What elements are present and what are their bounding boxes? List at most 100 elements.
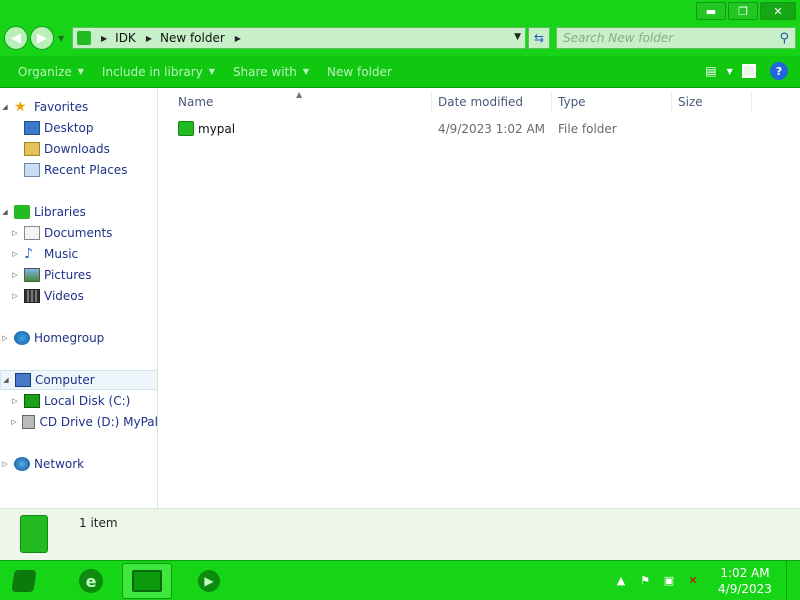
nav-videos[interactable]: ▷ Videos <box>0 286 157 306</box>
collapsed-arrow-icon[interactable]: ▷ <box>10 271 20 279</box>
expand-arrow-icon[interactable]: ◢ <box>0 208 10 216</box>
film-strip-icon <box>24 289 40 303</box>
collapsed-arrow-icon[interactable]: ▷ <box>10 229 20 237</box>
column-name-label: Name <box>178 95 214 109</box>
restore-button[interactable]: ❐ <box>728 2 758 20</box>
nav-cd-drive[interactable]: ▷ CD Drive (D:) MyPal <box>0 412 158 432</box>
preview-pane-button[interactable] <box>742 64 756 78</box>
collapsed-arrow-icon[interactable]: ▷ <box>0 334 10 342</box>
nav-network-label: Network <box>34 457 85 471</box>
nav-desktop[interactable]: Desktop <box>0 118 157 138</box>
column-header-date-modified[interactable]: Date modified <box>432 92 552 112</box>
nav-recent-places-label: Recent Places <box>44 163 128 177</box>
taskbar-media-player[interactable]: ▶ <box>184 563 234 599</box>
file-name: mypal <box>198 122 236 136</box>
clock[interactable]: 1:02 AM 4/9/2023 <box>714 565 776 597</box>
view-icon: ▤ <box>705 64 717 78</box>
search-icon[interactable]: ⚲ <box>779 31 789 46</box>
share-with-button[interactable]: Share with ▼ <box>233 65 309 79</box>
file-list: Name ▲ Date modified Type Size mypal 4/9… <box>160 88 800 508</box>
address-dropdown-icon[interactable]: ▼ <box>514 32 521 42</box>
star-icon: ★ <box>14 99 27 115</box>
volume-muted-icon[interactable]: ✕ <box>686 573 700 587</box>
nav-local-disk[interactable]: ▷ Local Disk (C:) <box>0 391 157 411</box>
start-button[interactable] <box>8 565 40 597</box>
show-hidden-icons-button[interactable]: ▲ <box>614 573 628 587</box>
nav-local-disk-label: Local Disk (C:) <box>44 394 131 408</box>
search-input[interactable] <box>563 31 763 45</box>
item-count: 1 item <box>79 516 118 530</box>
nav-recent-places[interactable]: Recent Places <box>0 160 157 180</box>
include-in-library-label: Include in library <box>101 64 203 79</box>
nav-cd-drive-label: CD Drive (D:) MyPal <box>39 415 158 429</box>
expand-arrow-icon[interactable]: ◢ <box>1 376 11 384</box>
navigation-pane: ◢ ★ Favorites Desktop Downloads Recent P… <box>0 88 158 508</box>
address-bar[interactable]: ▶ IDK ▶ New folder ▶ ▼ <box>72 27 526 49</box>
documents-icon <box>24 226 40 240</box>
recent-pages-dropdown[interactable]: ▼ <box>58 34 64 43</box>
collapsed-arrow-icon[interactable]: ▷ <box>10 250 20 258</box>
chevron-right-icon[interactable]: ▶ <box>146 34 152 43</box>
refresh-button[interactable]: ⇆ <box>528 27 550 49</box>
organize-button[interactable]: Organize ▼ <box>18 65 84 79</box>
show-desktop-button[interactable] <box>786 561 800 600</box>
close-button[interactable]: ✕ <box>760 2 796 20</box>
nav-favorites[interactable]: ◢ ★ Favorites <box>0 97 157 117</box>
nav-documents[interactable]: ▷ Documents <box>0 223 157 243</box>
hard-disk-icon <box>24 394 40 408</box>
details-pane: 1 item <box>0 508 800 560</box>
collapsed-arrow-icon[interactable]: ▷ <box>10 418 18 426</box>
expand-arrow-icon[interactable]: ◢ <box>0 103 10 111</box>
nav-network[interactable]: ▷ Network <box>0 454 157 474</box>
taskbar-internet-explorer[interactable]: e <box>66 563 116 599</box>
action-center-flag-icon[interactable]: ⚑ <box>638 573 652 587</box>
windows-logo-icon <box>11 570 37 592</box>
nav-computer[interactable]: ◢ Computer <box>0 370 157 390</box>
homegroup-icon <box>14 331 30 345</box>
breadcrumb-new-folder[interactable]: New folder <box>160 31 225 45</box>
network-status-icon[interactable]: ▣ <box>662 573 676 587</box>
navigation-buttons: ◀ ▶ ▼ <box>4 26 64 50</box>
downloads-icon <box>24 142 40 156</box>
breadcrumb-idk[interactable]: IDK <box>115 31 136 45</box>
forward-arrow-icon: ▶ <box>37 30 47 46</box>
column-header-name[interactable]: Name ▲ <box>160 90 432 112</box>
nav-homegroup-label: Homegroup <box>34 331 105 345</box>
nav-desktop-label: Desktop <box>44 121 94 135</box>
help-button[interactable]: ? <box>770 62 788 80</box>
taskbar-windows-explorer[interactable] <box>122 563 172 599</box>
chevron-right-icon[interactable]: ▶ <box>235 34 241 43</box>
folder-icon <box>77 31 91 45</box>
forward-button[interactable]: ▶ <box>30 26 54 50</box>
taskbar: e ▶ ▲ ⚑ ▣ ✕ 1:02 AM 4/9/2023 <box>0 560 800 600</box>
nav-homegroup[interactable]: ▷ Homegroup <box>0 328 157 348</box>
search-box[interactable]: ⚲ <box>556 27 796 49</box>
title-bar: ▬ ❐ ✕ ◀ ▶ ▼ ▶ IDK ▶ New folder ▶ ▼ ⇆ ⚲ <box>0 0 800 56</box>
view-options-button[interactable]: ▤ ▼ <box>705 62 733 80</box>
nav-music[interactable]: ▷ ♪ Music <box>0 244 157 264</box>
file-row[interactable]: mypal 4/9/2023 1:02 AM File folder <box>160 118 800 140</box>
new-folder-button[interactable]: New folder <box>327 65 392 79</box>
help-icon: ? <box>775 64 783 78</box>
share-with-label: Share with <box>232 64 297 79</box>
chevron-down-icon: ▼ <box>208 67 215 76</box>
nav-pictures[interactable]: ▷ Pictures <box>0 265 157 285</box>
caption-buttons: ▬ ❐ ✕ <box>696 2 796 20</box>
recent-places-icon <box>24 163 40 177</box>
nav-libraries[interactable]: ◢ Libraries <box>0 202 157 222</box>
collapsed-arrow-icon[interactable]: ▷ <box>10 292 20 300</box>
column-header-size[interactable]: Size <box>672 92 752 112</box>
new-folder-label: New folder <box>327 64 392 79</box>
nav-downloads[interactable]: Downloads <box>0 139 157 159</box>
collapsed-arrow-icon[interactable]: ▷ <box>0 460 10 468</box>
column-header-type[interactable]: Type <box>552 92 672 112</box>
back-button[interactable]: ◀ <box>4 26 28 50</box>
folder-icon <box>178 121 194 136</box>
include-in-library-button[interactable]: Include in library ▼ <box>102 65 215 79</box>
minimize-button[interactable]: ▬ <box>696 2 726 20</box>
clock-date: 4/9/2023 <box>718 582 772 596</box>
chevron-right-icon[interactable]: ▶ <box>101 34 107 43</box>
chevron-down-icon: ▼ <box>77 67 84 76</box>
collapsed-arrow-icon[interactable]: ▷ <box>10 397 20 405</box>
refresh-icon: ⇆ <box>533 31 545 45</box>
